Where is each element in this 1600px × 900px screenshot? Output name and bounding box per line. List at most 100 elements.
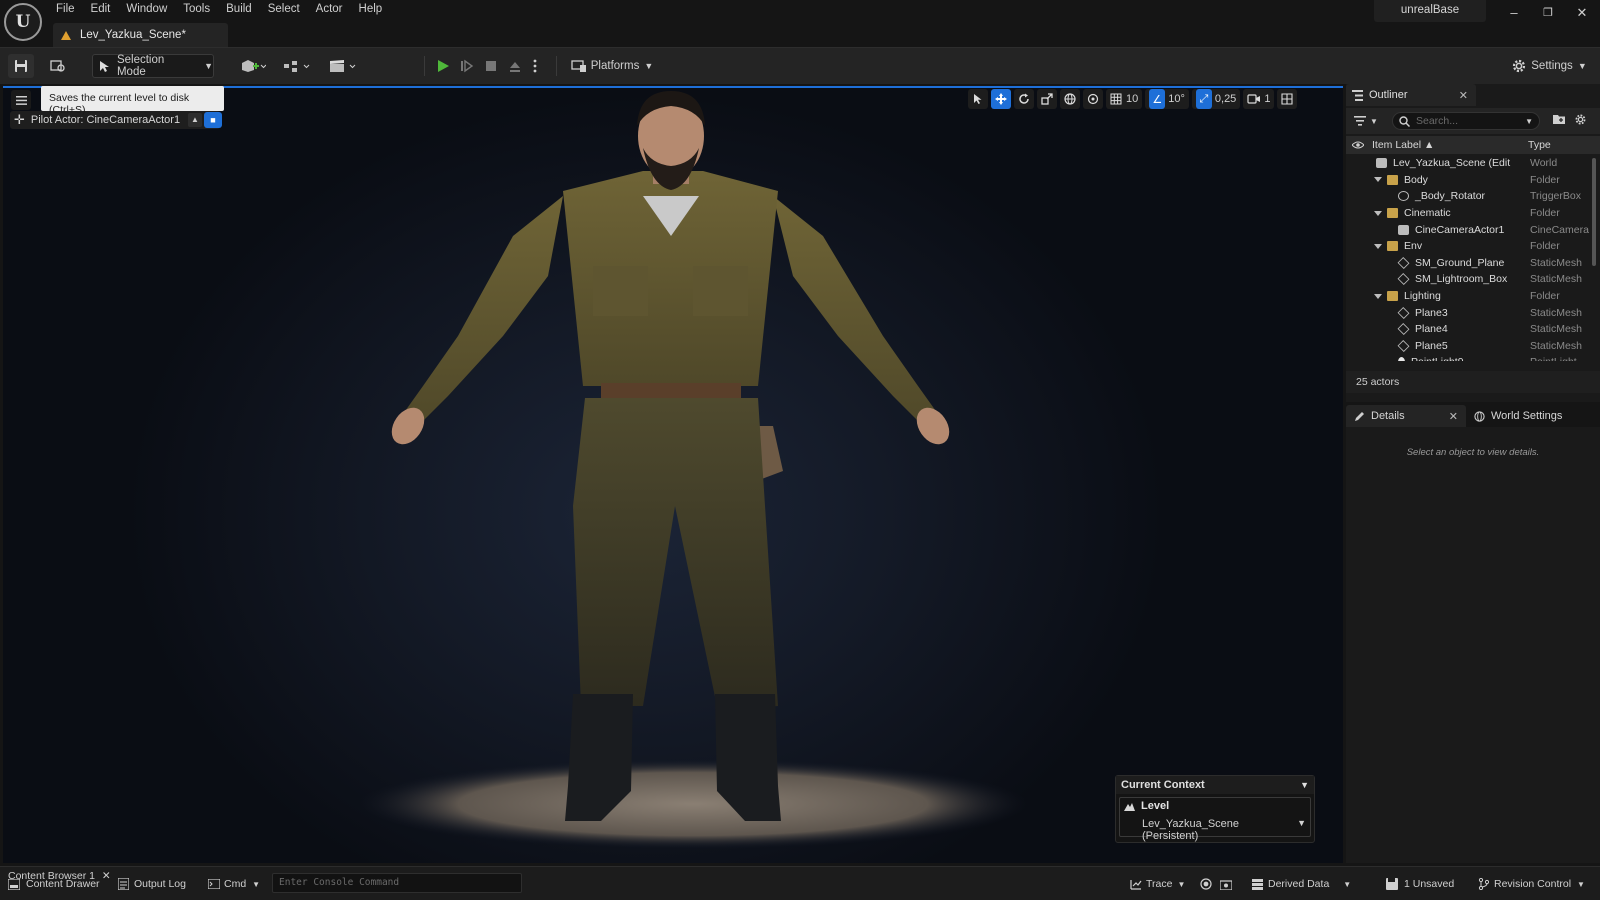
- surface-snap-button[interactable]: [1083, 89, 1103, 109]
- close-icon[interactable]: ✕: [1459, 89, 1468, 102]
- outliner-row-type: CineCamera: [1530, 223, 1589, 236]
- play-button[interactable]: [432, 54, 454, 78]
- menu-help[interactable]: Help: [351, 0, 391, 22]
- outliner-row[interactable]: _Body_Rotator TriggerBox: [1346, 188, 1600, 205]
- outliner-scrollbar[interactable]: [1592, 158, 1596, 266]
- content-browser-tab[interactable]: Content Browser 1 ✕: [8, 870, 111, 882]
- expand-arrow-icon[interactable]: [1374, 210, 1382, 216]
- search-placeholder: Search...: [1416, 115, 1459, 127]
- mesh-icon: [1397, 339, 1410, 352]
- context-level-value: Lev_Yazkua_Scene (Persistent): [1142, 818, 1240, 842]
- close-button[interactable]: ✕: [1568, 2, 1596, 24]
- outliner-row[interactable]: Lighting Folder: [1346, 288, 1600, 305]
- close-icon[interactable]: ✕: [1449, 410, 1458, 423]
- menu-tools[interactable]: Tools: [175, 0, 218, 22]
- level-viewport[interactable]: Saves the current level to disk (Ctrl+S)…: [3, 86, 1343, 863]
- pencil-icon: [1355, 411, 1364, 421]
- outliner-row[interactable]: PointLight9 PointLight: [1346, 354, 1600, 361]
- context-header[interactable]: Current Context ▼: [1116, 776, 1314, 794]
- rotation-snap-button[interactable]: ∠ 10°: [1145, 89, 1189, 109]
- unreal-logo-icon[interactable]: U: [4, 3, 42, 41]
- world-space-button[interactable]: [1060, 89, 1080, 109]
- blueprint-button[interactable]: [280, 54, 314, 78]
- revision-control-dropdown[interactable]: Revision Control ▼: [1478, 876, 1585, 892]
- camera-view-button[interactable]: ■: [204, 112, 222, 128]
- expand-arrow-icon[interactable]: [1374, 243, 1382, 249]
- trace-dropdown[interactable]: Trace ▼: [1130, 876, 1185, 892]
- derived-data-dropdown[interactable]: Derived Data ▼: [1252, 876, 1351, 892]
- outliner-row[interactable]: Lev_Yazkua_Scene (Edit World: [1346, 155, 1600, 172]
- pilot-actor-bar: ✛ Pilot Actor: CineCameraActor1 ▲ ■: [10, 111, 222, 129]
- visibility-eye-icon[interactable]: [1352, 141, 1364, 149]
- grid-snap-button[interactable]: 10: [1106, 89, 1143, 109]
- level-tab[interactable]: Lev_Yazkua_Scene*: [53, 23, 228, 47]
- outliner-tab[interactable]: Outliner ✕: [1346, 84, 1476, 106]
- trace-label: Trace: [1146, 878, 1173, 890]
- restore-button[interactable]: ❐: [1534, 2, 1562, 24]
- outliner-search-input[interactable]: Search... ▼: [1392, 112, 1540, 130]
- outliner-row[interactable]: Plane3 StaticMesh: [1346, 304, 1600, 321]
- screenshot-icon: [1220, 879, 1232, 890]
- platforms-dropdown[interactable]: Platforms ▼: [568, 54, 656, 78]
- search-icon: [1399, 115, 1410, 127]
- camera-speed-button[interactable]: 1: [1243, 89, 1275, 109]
- cmd-dropdown[interactable]: Cmd ▼: [208, 876, 260, 892]
- menu-select[interactable]: Select: [260, 0, 308, 22]
- outliner-row[interactable]: Plane5 StaticMesh: [1346, 338, 1600, 355]
- column-item-label[interactable]: Item Label ▲: [1372, 139, 1528, 151]
- outliner-row[interactable]: Env Folder: [1346, 238, 1600, 255]
- outliner-row[interactable]: CineCameraActor1 CineCamera: [1346, 221, 1600, 238]
- selection-mode-dropdown[interactable]: Selection Mode ▼: [92, 54, 214, 78]
- outliner-row[interactable]: Plane4 StaticMesh: [1346, 321, 1600, 338]
- expand-arrow-icon[interactable]: [1374, 177, 1382, 183]
- add-folder-button[interactable]: [1553, 114, 1566, 128]
- outliner-row[interactable]: SM_Lightroom_Box StaticMesh: [1346, 271, 1600, 288]
- output-log-button[interactable]: Output Log: [118, 876, 186, 892]
- translate-tool-button[interactable]: [991, 89, 1011, 109]
- screenshot-button[interactable]: [1220, 876, 1232, 892]
- record-button[interactable]: [1200, 876, 1212, 892]
- browse-level-button[interactable]: [46, 54, 70, 78]
- advance-frame-button[interactable]: [456, 54, 478, 78]
- select-tool-button[interactable]: [968, 89, 988, 109]
- outliner-row[interactable]: Cinematic Folder: [1346, 205, 1600, 222]
- scale-snap-button[interactable]: ⤢ 0,25: [1191, 89, 1241, 109]
- cinematics-button[interactable]: [326, 54, 360, 78]
- add-actor-button[interactable]: [236, 54, 270, 78]
- context-level-dropdown[interactable]: Lev_Yazkua_Scene (Persistent) ▼: [1124, 818, 1306, 842]
- filter-button[interactable]: ▼: [1354, 114, 1382, 128]
- console-command-input[interactable]: Enter Console Command: [272, 873, 522, 893]
- close-icon[interactable]: ✕: [102, 870, 111, 882]
- rotate-tool-button[interactable]: [1014, 89, 1034, 109]
- viewport-layout-button[interactable]: [1277, 89, 1298, 109]
- play-options-button[interactable]: [528, 54, 542, 78]
- main-toolbar: Selection Mode ▼ Platforms ▼ Settings ▼: [0, 47, 1600, 84]
- viewport-menu-button[interactable]: [11, 90, 31, 110]
- eject-button[interactable]: [504, 54, 526, 78]
- menu-edit[interactable]: Edit: [83, 0, 119, 22]
- expand-arrow-icon[interactable]: [1374, 293, 1382, 299]
- menu-file[interactable]: File: [48, 0, 83, 22]
- stop-button[interactable]: [480, 54, 502, 78]
- unsaved-button[interactable]: 1 Unsaved: [1386, 876, 1454, 892]
- details-tab[interactable]: Details ✕: [1346, 405, 1466, 427]
- menu-build[interactable]: Build: [218, 0, 260, 22]
- character-model[interactable]: [3, 86, 1343, 863]
- minimize-button[interactable]: –: [1500, 2, 1528, 24]
- outliner-row-label: Plane5: [1415, 339, 1448, 352]
- column-type[interactable]: Type: [1528, 139, 1551, 151]
- outliner-row[interactable]: Body Folder: [1346, 172, 1600, 189]
- settings-dropdown[interactable]: Settings ▼: [1510, 54, 1588, 78]
- outliner-row[interactable]: SM_Ground_Plane StaticMesh: [1346, 255, 1600, 272]
- save-button[interactable]: [8, 54, 34, 78]
- outliner-settings-button[interactable]: [1574, 113, 1587, 129]
- menu-actor[interactable]: Actor: [308, 0, 351, 22]
- save-icon: [15, 60, 27, 72]
- world-settings-tab[interactable]: World Settings: [1466, 405, 1570, 427]
- menu-window[interactable]: Window: [118, 0, 175, 22]
- chevron-down-icon: ▼: [644, 61, 654, 71]
- scale-tool-button[interactable]: [1037, 89, 1057, 109]
- output-log-icon: [118, 878, 129, 890]
- eject-pilot-button[interactable]: ▲: [188, 113, 202, 127]
- mesh-icon: [1397, 256, 1410, 269]
